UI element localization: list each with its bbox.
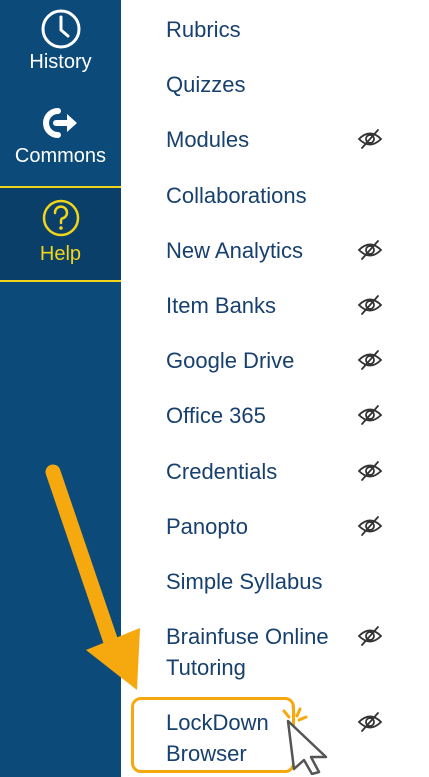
click-cursor-icon [282,705,328,775]
arrow-annotation [45,464,140,690]
